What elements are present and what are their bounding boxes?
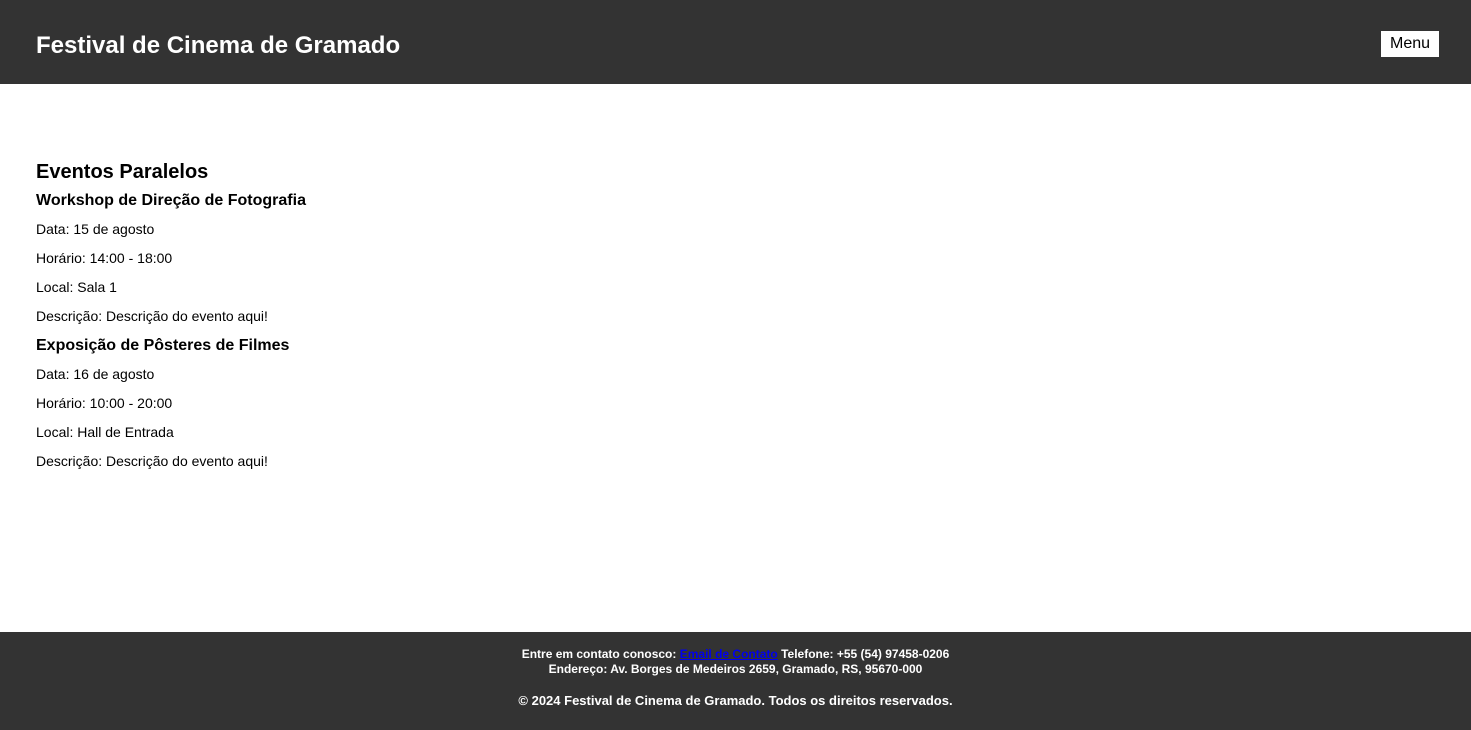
event-description: Descrição: Descrição do evento aqui!: [36, 308, 268, 324]
event-item: Workshop de Direção de Fotografia Data: …: [36, 190, 936, 331]
page: Festival de Cinema de Gramado Menu Event…: [0, 0, 1471, 730]
copyright-text: © 2024 Festival de Cinema de Gramado. To…: [518, 693, 953, 708]
event-date: Data: 16 de agosto: [36, 366, 155, 382]
event-title: Workshop de Direção de Fotografia: [36, 192, 306, 209]
main-content: Eventos Paralelos Workshop de Direção de…: [36, 158, 936, 476]
contact-address: Endereço: Av. Borges de Medeiros 2659, G…: [548, 662, 923, 676]
top-header: Festival de Cinema de Gramado Menu: [0, 0, 1471, 84]
event-location: Local: Sala 1: [36, 279, 117, 295]
event-time: Horário: 10:00 - 20:00: [36, 395, 173, 411]
menu-button[interactable]: Menu: [1381, 31, 1439, 57]
event-item: Exposição de Pôsteres de Filmes Data: 16…: [36, 335, 936, 476]
contact-phone: Telefone: +55 (54) 97458-0206: [781, 647, 950, 661]
footer-contact-line: Entre em contato conosco: Email de Conta…: [0, 647, 1471, 662]
event-description: Descrição: Descrição do evento aqui!: [36, 453, 268, 469]
event-date: Data: 15 de agosto: [36, 221, 155, 237]
page-footer: Entre em contato conosco: Email de Conta…: [0, 632, 1471, 730]
contact-prefix: Entre em contato conosco:: [521, 647, 677, 661]
event-time: Horário: 14:00 - 18:00: [36, 250, 173, 266]
site-title: Festival de Cinema de Gramado: [36, 32, 401, 59]
event-location: Local: Hall de Entrada: [36, 424, 174, 440]
section-title: Eventos Paralelos: [36, 161, 209, 183]
contact-email-link[interactable]: Email de Contato: [680, 647, 778, 661]
event-title: Exposição de Pôsteres de Filmes: [36, 337, 290, 354]
